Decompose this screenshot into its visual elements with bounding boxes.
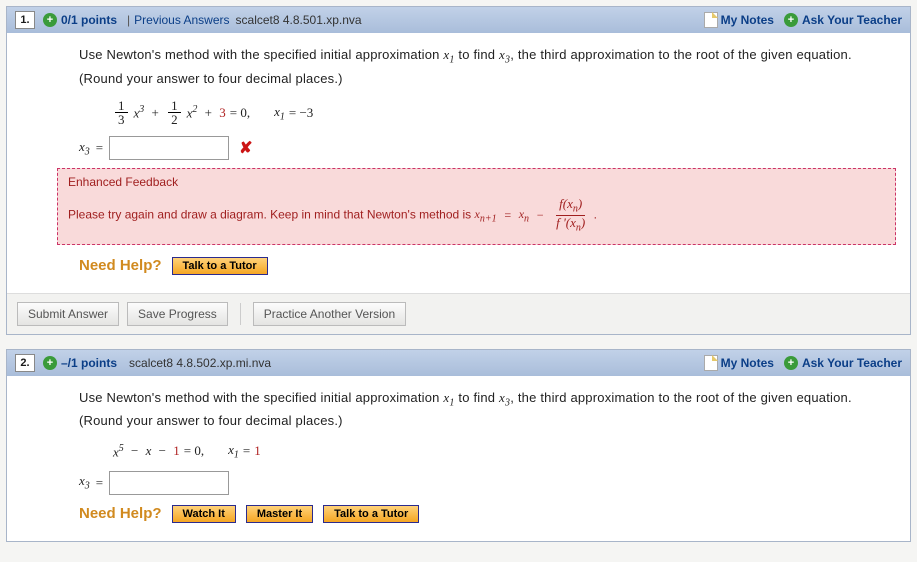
question-body: Use Newton's method with the specified i…	[7, 33, 910, 168]
answer-row: x3 = ✘	[79, 136, 894, 160]
incorrect-icon: ✘	[239, 138, 252, 158]
enhanced-feedback: Enhanced Feedback Please try again and d…	[57, 168, 896, 244]
submit-answer-button[interactable]: Submit Answer	[17, 302, 119, 326]
talk-to-tutor-button[interactable]: Talk to a Tutor	[323, 505, 419, 523]
talk-to-tutor-button[interactable]: Talk to a Tutor	[172, 257, 268, 275]
need-help-row: Need Help? Watch It Master It Talk to a …	[79, 505, 894, 523]
practice-another-button[interactable]: Practice Another Version	[253, 302, 406, 326]
equation: x5 − x − 1 = 0, x1 = 1	[113, 442, 894, 461]
master-it-button[interactable]: Master It	[246, 505, 313, 523]
question-body: Use Newton's method with the specified i…	[7, 376, 910, 541]
answer-row: x3 =	[79, 471, 894, 495]
need-help-label: Need Help?	[79, 257, 162, 274]
watch-it-button[interactable]: Watch It	[172, 505, 236, 523]
plus-icon[interactable]: +	[43, 356, 57, 370]
question-code: scalcet8 4.8.501.xp.nva	[236, 13, 362, 27]
answer-input[interactable]	[109, 471, 229, 495]
question-number: 1.	[15, 11, 35, 29]
need-help-label: Need Help?	[79, 505, 162, 522]
question-header: 2. + –/1 points scalcet8 4.8.502.xp.mi.n…	[7, 350, 910, 376]
answer-input[interactable]	[109, 136, 229, 160]
note-icon	[704, 355, 718, 371]
instruction-text: Use Newton's method with the specified i…	[79, 45, 894, 89]
points-label: 0/1 points	[61, 13, 117, 27]
note-icon	[704, 12, 718, 28]
ask-teacher-link[interactable]: Ask Your Teacher	[802, 356, 902, 370]
need-help-row: Need Help? Talk to a Tutor	[79, 257, 894, 275]
feedback-title: Enhanced Feedback	[68, 175, 885, 189]
question-2: 2. + –/1 points scalcet8 4.8.502.xp.mi.n…	[6, 349, 911, 542]
save-progress-button[interactable]: Save Progress	[127, 302, 228, 326]
plus-icon[interactable]: +	[784, 13, 798, 27]
my-notes-link[interactable]: My Notes	[721, 13, 774, 27]
action-buttons: Submit Answer Save Progress Practice Ano…	[7, 293, 910, 334]
question-1: 1. + 0/1 points | Previous Answers scalc…	[6, 6, 911, 335]
points-label: –/1 points	[61, 356, 117, 370]
question-header: 1. + 0/1 points | Previous Answers scalc…	[7, 7, 910, 33]
instruction-text: Use Newton's method with the specified i…	[79, 388, 894, 432]
question-code: scalcet8 4.8.502.xp.mi.nva	[129, 356, 271, 370]
ask-teacher-link[interactable]: Ask Your Teacher	[802, 13, 902, 27]
equation: 13 x3 + 12 x2 + 3 = 0, x1 = −3	[113, 99, 894, 126]
plus-icon[interactable]: +	[784, 356, 798, 370]
previous-answers-link[interactable]: Previous Answers	[134, 13, 229, 27]
my-notes-link[interactable]: My Notes	[721, 356, 774, 370]
question-number: 2.	[15, 354, 35, 372]
plus-icon[interactable]: +	[43, 13, 57, 27]
feedback-text: Please try again and draw a diagram. Kee…	[68, 197, 885, 233]
